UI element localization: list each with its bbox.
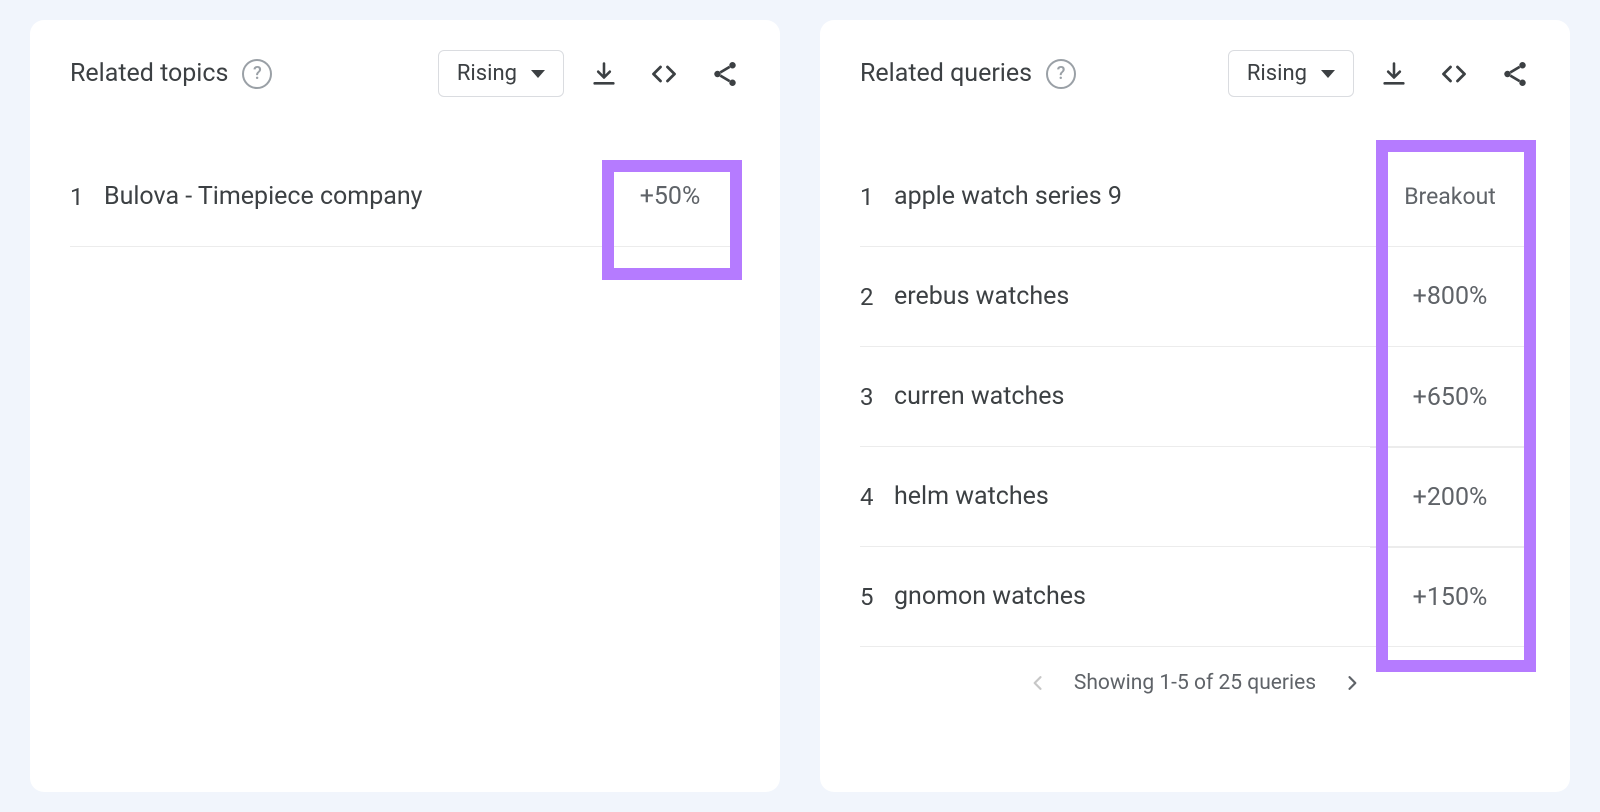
query-label: curren watches xyxy=(894,382,1064,411)
share-icon[interactable] xyxy=(1500,59,1530,89)
help-icon[interactable]: ? xyxy=(1046,59,1076,89)
pager-next[interactable] xyxy=(1342,673,1362,693)
queries-title: Related queries xyxy=(860,59,1032,88)
download-icon[interactable] xyxy=(590,60,618,88)
related-queries-card: Related queries ? Rising 1 apple watch s… xyxy=(820,20,1570,792)
chevron-down-icon xyxy=(1321,70,1335,78)
help-icon[interactable]: ? xyxy=(242,59,272,89)
download-icon[interactable] xyxy=(1380,60,1408,88)
query-rank: 2 xyxy=(860,283,894,311)
pager: Showing 1-5 of 25 queries xyxy=(860,671,1530,695)
queries-sort-label: Rising xyxy=(1247,61,1307,86)
topics-sort-dropdown[interactable]: Rising xyxy=(438,50,564,97)
topics-sort-label: Rising xyxy=(457,61,517,86)
query-values-column: Breakout +800% +650% +200% +150% xyxy=(1370,147,1530,647)
query-label: gnomon watches xyxy=(894,582,1086,611)
query-rank: 3 xyxy=(860,383,894,411)
query-value: +800% xyxy=(1370,247,1530,347)
queries-sort-dropdown[interactable]: Rising xyxy=(1228,50,1354,97)
pager-text: Showing 1-5 of 25 queries xyxy=(1074,671,1316,695)
share-icon[interactable] xyxy=(710,59,740,89)
embed-icon[interactable] xyxy=(648,60,680,88)
query-rank: 5 xyxy=(860,583,894,611)
topic-value: +50% xyxy=(600,182,740,211)
query-label: erebus watches xyxy=(894,282,1069,311)
related-topics-card: Related topics ? Rising 1 Bulova - Timep… xyxy=(30,20,780,792)
topic-label: Bulova - Timepiece company xyxy=(104,182,423,211)
topic-rank: 1 xyxy=(70,183,104,211)
query-label: helm watches xyxy=(894,482,1049,511)
query-value: Breakout xyxy=(1370,147,1530,247)
queries-header: Related queries ? Rising xyxy=(860,50,1530,97)
topics-header: Related topics ? Rising xyxy=(70,50,740,97)
query-rank: 4 xyxy=(860,483,894,511)
topic-row[interactable]: 1 Bulova - Timepiece company +50% xyxy=(70,147,740,247)
pager-prev[interactable] xyxy=(1028,673,1048,693)
topics-title: Related topics xyxy=(70,59,228,88)
embed-icon[interactable] xyxy=(1438,60,1470,88)
chevron-down-icon xyxy=(531,70,545,78)
query-label: apple watch series 9 xyxy=(894,182,1122,211)
query-rank: 1 xyxy=(860,183,894,211)
query-value: +150% xyxy=(1370,548,1530,647)
query-value: +650% xyxy=(1370,347,1530,447)
query-value: +200% xyxy=(1370,448,1530,548)
queries-list: 1 apple watch series 9 2 erebus watches … xyxy=(860,147,1530,647)
